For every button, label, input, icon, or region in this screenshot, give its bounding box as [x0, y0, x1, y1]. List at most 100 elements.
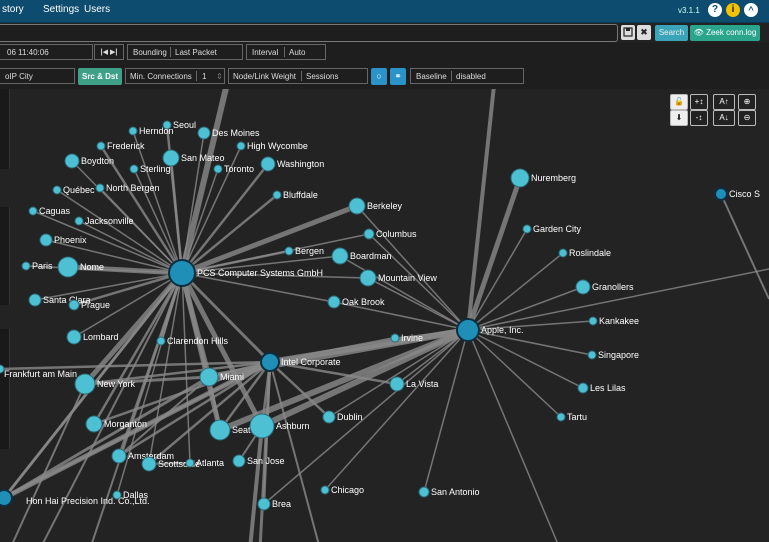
node-circle[interactable]	[21, 261, 31, 271]
graph-node[interactable]: Caguas	[28, 206, 71, 216]
graph-node[interactable]: Boardman	[331, 247, 392, 265]
graph-node[interactable]: Granollers	[575, 279, 634, 295]
first-page-icon[interactable]: |◀	[101, 49, 108, 56]
interval-select[interactable]: Interval Auto	[246, 44, 326, 60]
node-circle[interactable]	[39, 233, 53, 247]
download-icon[interactable]: ⬇	[670, 110, 688, 126]
minus-node-dist-button[interactable]: -↕	[690, 110, 708, 126]
baseline-select[interactable]: Baseline disabled	[410, 68, 524, 84]
link-type-button[interactable]: ⚭	[390, 68, 406, 85]
node-circle[interactable]	[74, 373, 96, 395]
graph-node[interactable]: Phoenix	[39, 233, 87, 247]
zeek-conn-log-button[interactable]: 👁 Zeek conn.log	[690, 25, 760, 41]
graph-node[interactable]: Herndon	[128, 126, 174, 136]
node-circle[interactable]	[199, 367, 219, 387]
graph-node[interactable]: Boydton	[64, 153, 114, 169]
node-circle[interactable]	[284, 246, 294, 256]
zoom-out-icon[interactable]: ⊖	[738, 110, 756, 126]
node-circle[interactable]	[575, 279, 591, 295]
graph-link[interactable]	[3, 375, 210, 500]
save-expression-button[interactable]	[621, 25, 635, 40]
font-size-down-button[interactable]: A↓	[713, 110, 735, 126]
node-circle[interactable]	[111, 448, 127, 464]
node-circle[interactable]	[359, 269, 377, 287]
node-circle[interactable]	[28, 206, 38, 216]
graph-node[interactable]: Sterling	[129, 164, 171, 174]
node-circle[interactable]	[390, 333, 400, 343]
graph-node[interactable]: Oak Brook	[327, 295, 385, 309]
graph-link[interactable]	[258, 361, 272, 542]
node-circle[interactable]	[714, 187, 728, 201]
graph-node[interactable]: Des Moines	[197, 126, 260, 140]
graph-node[interactable]: High Wycombe	[236, 141, 308, 151]
node-circle[interactable]	[213, 164, 223, 174]
nav-history[interactable]: story	[2, 4, 24, 15]
graph-node[interactable]: Garden City	[522, 224, 582, 234]
graph-node[interactable]: Kankakee	[588, 316, 639, 326]
plus-node-dist-button[interactable]: +↕	[690, 94, 708, 110]
graph-node[interactable]: Singapore	[587, 350, 639, 360]
node-circle[interactable]	[156, 336, 166, 346]
node-circle[interactable]	[185, 458, 195, 468]
node-circle[interactable]	[129, 164, 139, 174]
info-icon[interactable]: i	[726, 3, 740, 17]
node-circle[interactable]	[66, 329, 82, 345]
graph-link[interactable]	[720, 193, 769, 300]
graph-link[interactable]	[99, 187, 183, 274]
node-circle[interactable]	[418, 486, 430, 498]
graph-node[interactable]: Québec	[52, 185, 95, 195]
node-circle[interactable]	[128, 126, 138, 136]
graph-node[interactable]: Prague	[68, 299, 110, 311]
graph-link[interactable]	[467, 329, 560, 542]
node-circle[interactable]	[232, 454, 246, 468]
node-circle[interactable]	[257, 497, 271, 511]
node-circle[interactable]	[389, 376, 405, 392]
graph-link[interactable]	[179, 89, 240, 274]
node-circle[interactable]	[327, 295, 341, 309]
graph-link[interactable]	[269, 361, 320, 542]
graph-node[interactable]: Nome	[57, 256, 104, 278]
node-circle[interactable]	[322, 410, 336, 424]
graph-node[interactable]: Irvine	[390, 333, 423, 343]
stepper-icon[interactable]: ⇕	[216, 69, 223, 83]
graph-link[interactable]	[356, 205, 469, 331]
graph-node[interactable]: Chicago	[320, 485, 364, 495]
clear-expression-button[interactable]: ✖	[637, 25, 651, 40]
graph-link[interactable]	[466, 89, 500, 331]
node-circle[interactable]	[52, 185, 62, 195]
graph-node[interactable]: Clarendon Hills	[156, 336, 229, 346]
graph-node[interactable]: Brea	[257, 497, 291, 511]
node-circle[interactable]	[57, 256, 79, 278]
node-type-button[interactable]: ○	[371, 68, 387, 85]
help-icon[interactable]: ?	[708, 3, 722, 17]
graph-node[interactable]: Nuremberg	[510, 168, 576, 188]
node-circle[interactable]	[331, 247, 349, 265]
graph-node[interactable]: Les Lilas	[577, 382, 626, 394]
node-circle[interactable]	[74, 216, 84, 226]
graph-node[interactable]: Dallas	[112, 490, 149, 500]
node-circle[interactable]	[588, 316, 598, 326]
node-circle[interactable]	[260, 156, 276, 172]
graph-node[interactable]: Toronto	[213, 164, 254, 174]
graph-node[interactable]: Bluffdale	[272, 190, 318, 200]
network-graph-canvas[interactable]: Seoul Herndon Des Moines Frederick High Wyco…	[0, 89, 769, 542]
node-circle[interactable]	[577, 382, 589, 394]
search-button[interactable]: Search	[655, 25, 688, 41]
search-expression-input[interactable]	[0, 24, 618, 42]
graph-link[interactable]	[467, 329, 562, 418]
node-circle[interactable]	[510, 168, 530, 188]
graph-node[interactable]: Berkeley	[348, 197, 403, 215]
node-circle[interactable]	[348, 197, 366, 215]
graph-node[interactable]: PCS Computer Systems GmbH	[168, 259, 323, 287]
src-dst-button[interactable]: Src & Dst	[78, 68, 122, 85]
weight-select[interactable]: Node/Link Weight Sessions	[228, 68, 368, 84]
font-size-up-button[interactable]: A↑	[713, 94, 735, 110]
node-circle[interactable]	[556, 412, 566, 422]
node-circle[interactable]	[197, 126, 211, 140]
node-circle[interactable]	[558, 248, 568, 258]
node-circle[interactable]	[272, 190, 282, 200]
node-circle[interactable]	[95, 183, 105, 193]
graph-node[interactable]: San Mateo	[162, 149, 225, 167]
node-circle[interactable]	[587, 350, 597, 360]
graph-node[interactable]: Cisco S	[714, 187, 760, 201]
